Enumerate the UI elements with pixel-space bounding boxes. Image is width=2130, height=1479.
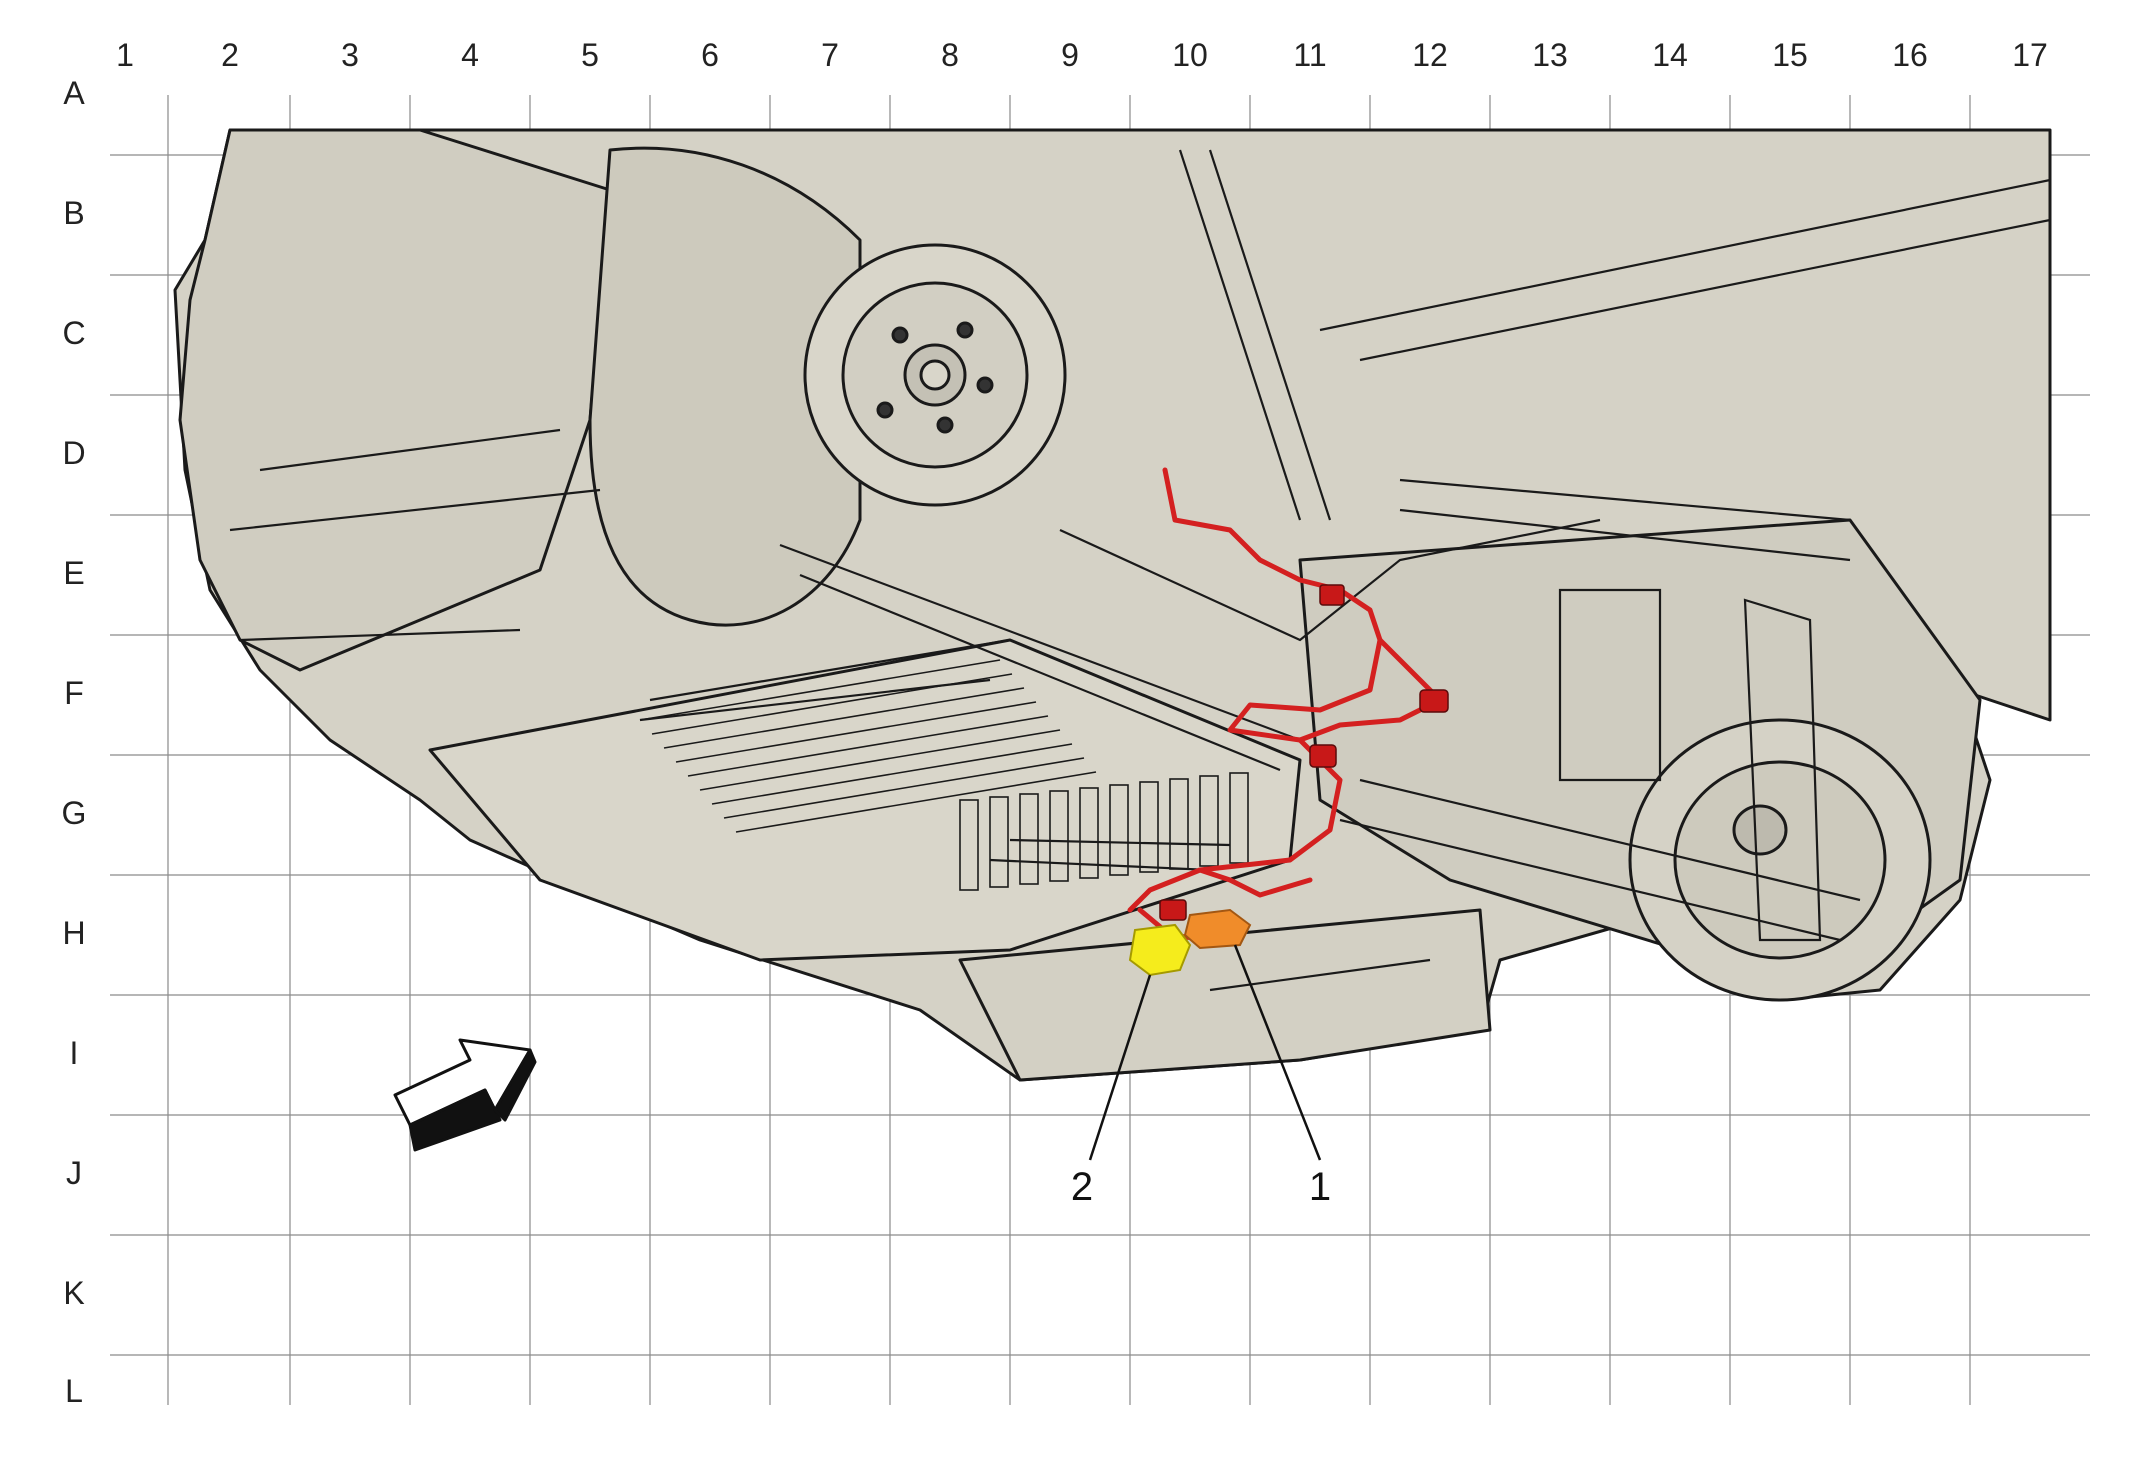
grid-column-labels: 1 2 3 4 5 6 7 8 9 10 11 12 13 14 15 16 17 bbox=[116, 37, 2048, 73]
grid-column-label: 8 bbox=[941, 37, 959, 73]
grid-column-label: 9 bbox=[1061, 37, 1079, 73]
grid-column-label: 7 bbox=[821, 37, 839, 73]
grid-row-labels: A B C D E F G H I J K L bbox=[62, 75, 87, 1409]
grid-column-label: 6 bbox=[701, 37, 719, 73]
front-direction-arrow-icon bbox=[393, 1038, 537, 1152]
grid-row-label: A bbox=[63, 75, 85, 111]
grid-row-label: E bbox=[63, 555, 84, 591]
grid-row-label: B bbox=[63, 195, 84, 231]
grid-column-label: 1 bbox=[116, 37, 134, 73]
grid-row-label: I bbox=[70, 1035, 79, 1071]
callout-label-2: 2 bbox=[1071, 1165, 1093, 1209]
grid-column-label: 11 bbox=[1293, 37, 1326, 73]
grid-column-label: 12 bbox=[1412, 37, 1448, 73]
component-2-highlight[interactable] bbox=[1128, 923, 1192, 977]
grid-row-label: L bbox=[65, 1373, 83, 1409]
grid-column-label: 16 bbox=[1892, 37, 1928, 73]
grid-column-label: 2 bbox=[221, 37, 239, 73]
grid-column-label: 17 bbox=[2012, 37, 2048, 73]
grid-column-label: 5 bbox=[581, 37, 599, 73]
grid-column-label: 3 bbox=[341, 37, 359, 73]
grid-row-label: G bbox=[62, 795, 87, 831]
grid-column-label: 13 bbox=[1532, 37, 1568, 73]
diagram-stage: 1 2 1 2 3 4 5 6 7 8 9 10 11 12 13 14 15 16 17 ABCDEFGHIJ… bbox=[0, 0, 2130, 1479]
grid-row-label: H bbox=[62, 915, 85, 951]
grid-column-label: 10 bbox=[1172, 37, 1208, 73]
grid-row-label: C bbox=[62, 315, 85, 351]
grid-row-label: K bbox=[63, 1275, 84, 1311]
grid-column-label: 15 bbox=[1772, 37, 1808, 73]
grid-column-label: 14 bbox=[1652, 37, 1688, 73]
callout-label-1: 1 bbox=[1309, 1165, 1331, 1209]
grid-row-label: F bbox=[64, 675, 84, 711]
grid-row-label: J bbox=[66, 1155, 82, 1191]
front-wheel-hub bbox=[803, 243, 1067, 507]
grid-row-label: D bbox=[62, 435, 85, 471]
grid-column-label: 4 bbox=[461, 37, 479, 73]
location-view-diagram: 1 2 1 2 3 4 5 6 7 8 9 10 11 12 13 14 15 16 17 ABCDEFGHIJ… bbox=[62, 37, 2090, 1409]
rear-wheel bbox=[1628, 718, 1932, 1002]
